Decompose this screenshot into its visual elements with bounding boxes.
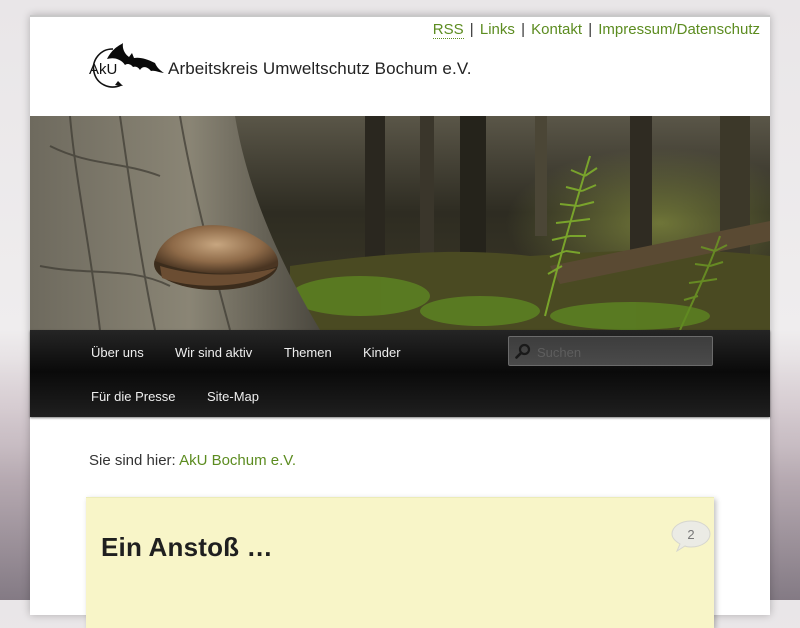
nav-item-site-map[interactable]: Site-Map: [207, 389, 259, 404]
page-container: RSS | Links | Kontakt | Impressum/Datens…: [30, 15, 770, 628]
breadcrumb-home-link[interactable]: AkU Bochum e.V.: [179, 452, 296, 469]
nav-item-kinder[interactable]: Kinder: [363, 345, 401, 360]
search-input[interactable]: [535, 340, 709, 364]
separator: |: [469, 21, 474, 38]
links-link[interactable]: Links: [480, 21, 515, 38]
site-name: Arbeitskreis Umweltschutz Bochum e.V.: [168, 59, 472, 78]
site-logo-link[interactable]: AkU Arbeitskreis Umweltschutz Bochum e.V…: [85, 41, 471, 91]
breadcrumb: Sie sind hier: AkU Bochum e.V.: [89, 452, 296, 469]
nav-item-ueber-uns[interactable]: Über uns: [91, 345, 144, 360]
header-image-forest: [30, 116, 770, 330]
comment-count: 2: [687, 527, 695, 542]
comments-link[interactable]: 2: [671, 520, 711, 553]
search-icon: [515, 343, 531, 359]
separator: |: [588, 21, 593, 38]
impressum-link[interactable]: Impressum/Datenschutz: [598, 21, 760, 38]
rss-link[interactable]: RSS: [432, 21, 464, 39]
top-links: RSS | Links | Kontakt | Impressum/Datens…: [432, 21, 760, 39]
kontakt-link[interactable]: Kontakt: [531, 21, 582, 38]
separator: |: [521, 21, 525, 38]
post-card: Ein Anstoß … 2: [86, 497, 714, 628]
main-navigation: Über uns Wir sind aktiv Themen Kinder Fü…: [30, 330, 770, 417]
nav-item-wir-sind-aktiv[interactable]: Wir sind aktiv: [175, 345, 252, 360]
post-title[interactable]: Ein Anstoß …: [101, 532, 273, 563]
breadcrumb-prefix: Sie sind hier:: [89, 452, 176, 469]
logo-monogram: AkU: [89, 61, 117, 78]
search-box: [508, 336, 713, 366]
nav-item-themen[interactable]: Themen: [284, 345, 332, 360]
nav-item-fuer-die-presse[interactable]: Für die Presse: [91, 389, 176, 404]
aku-bat-logo-icon: AkU: [89, 43, 164, 88]
